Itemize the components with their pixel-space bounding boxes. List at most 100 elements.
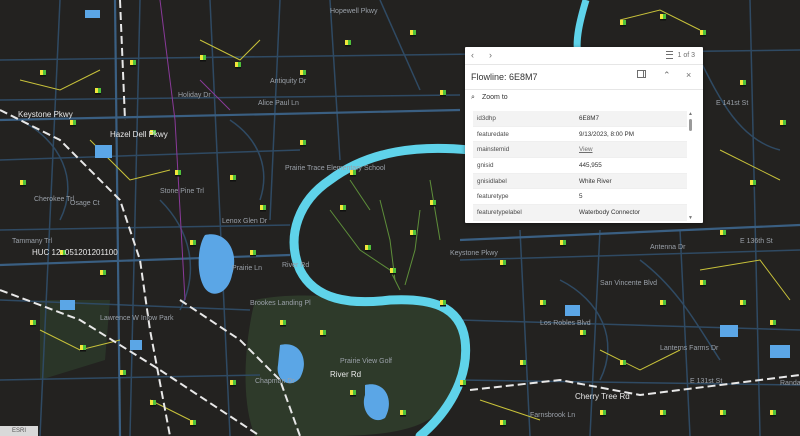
flowline-node-marker [70,120,76,127]
zoom-to-action[interactable]: ⌕ Zoom to [465,90,703,106]
flowline-node-marker [230,380,236,387]
flowline-node-marker [400,410,406,417]
flowline-node-marker [720,230,726,237]
flowline-node-marker [410,230,416,237]
scrollbar-thumb[interactable] [689,119,692,131]
flowline-node-marker [345,40,351,47]
attribute-table-container: id3dhp 6E8M7 featuredate 9/13/2023, 8:00 PM… [473,111,695,221]
close-button[interactable]: × [686,70,691,80]
flowline-node-marker [95,88,101,95]
flowline-node-marker [440,300,446,307]
flowline-node-marker [320,330,326,337]
page-indicator: 1 of 3 [677,51,695,59]
flowline-node-marker [390,268,396,275]
attribute-key: mainstemid [473,141,575,159]
flowline-node-marker [520,360,526,367]
attribute-value: 5 [575,188,687,206]
flowline-node-marker [40,70,46,77]
feature-pager[interactable]: 1 of 3 [666,51,695,59]
flowline-node-marker [350,390,356,397]
flowline-node-marker [780,120,786,127]
flowline-node-marker [30,320,36,327]
attribute-row: featuretypelabel Waterbody Connector [473,204,687,221]
flowline-node-marker [150,400,156,407]
flowline-node-marker [740,300,746,307]
attribute-value: Waterbody Connector [575,204,687,221]
flowline-node-marker [20,180,26,187]
attribute-key: id3dhp [473,111,575,127]
flowline-node-marker [230,175,236,182]
attribute-row: gnisid 445,955 [473,157,687,174]
flowline-node-marker [410,30,416,37]
flowline-node-marker [750,180,756,187]
next-feature-button[interactable]: › [489,50,492,60]
flowline-node-marker [700,280,706,287]
feature-popup[interactable]: ‹ › 1 of 3 Flowline: 6E8M7 ⌃ × ⌕ Zoom to… [465,47,703,223]
flowline-node-marker [280,320,286,327]
scroll-down-icon[interactable]: ▼ [688,215,693,221]
flowline-node-marker [250,250,256,257]
flowline-node-marker [80,345,86,352]
attribute-key: featuredate [473,126,575,143]
flowline-node-marker [175,170,181,177]
list-icon[interactable] [666,51,674,59]
flowline-node-marker [150,130,156,137]
attribute-key: gnisid [473,157,575,174]
zoom-to-label: Zoom to [482,94,508,101]
attribute-value: 6E8M7 [575,111,687,127]
flowline-node-marker [365,245,371,252]
flowline-node-marker [100,270,106,277]
popup-topbar: ‹ › 1 of 3 [465,47,703,65]
flowline-node-marker [660,300,666,307]
flowline-node-marker [500,260,506,267]
flowline-node-marker [620,360,626,367]
flowline-node-marker [190,240,196,247]
popup-title: Flowline: 6E8M7 [471,72,538,82]
flowline-node-marker [350,170,356,177]
flowline-node-marker [770,410,776,417]
flowline-node-marker [300,70,306,77]
flowline-node-marker [600,410,606,417]
flowline-node-marker [235,62,241,69]
attribute-key: featuretype [473,188,575,206]
flowline-node-marker [440,90,446,97]
flowline-node-marker [560,240,566,247]
previous-feature-button[interactable]: ‹ [471,50,474,60]
popup-header: Flowline: 6E8M7 ⌃ × [465,65,703,90]
attribute-row: id3dhp 6E8M7 [473,111,687,127]
flowline-node-marker [700,30,706,37]
flowline-node-marker [200,55,206,62]
flowline-node-marker [190,420,196,427]
esri-attribution: ESRI [0,426,38,436]
chevron-up-icon: ⌃ [663,70,671,80]
flowline-node-marker [770,320,776,327]
attribute-value: White River [575,173,687,190]
attribute-row: featuretype 5 [473,188,687,206]
dock-button[interactable] [637,70,646,80]
flowline-node-marker [660,14,666,21]
flowline-node-marker [120,370,126,377]
flowline-node-marker [660,410,666,417]
attribute-key: featuretypelabel [473,204,575,221]
flowline-node-marker [740,80,746,87]
scrollbar[interactable]: ▲ ▼ [688,111,693,221]
flowline-node-marker [500,420,506,427]
attribute-row: featuredate 9/13/2023, 8:00 PM [473,126,687,143]
flowline-node-marker [130,60,136,67]
search-icon: ⌕ [471,94,475,101]
close-icon: × [686,70,692,80]
attribute-row: mainstemid View [473,141,687,159]
scroll-up-icon[interactable]: ▲ [688,111,693,117]
flowline-node-marker [340,205,346,212]
attribute-row: gnisidlabel White River [473,173,687,190]
attribute-table: id3dhp 6E8M7 featuredate 9/13/2023, 8:00 PM… [473,111,687,221]
flowline-node-marker [60,250,66,257]
flowline-node-marker [300,140,306,147]
mainstem-view-link[interactable]: View [575,141,687,159]
collapse-button[interactable]: ⌃ [663,70,671,81]
dock-icon [637,70,646,78]
flowline-node-marker [720,410,726,417]
attribute-value: 445,955 [575,157,687,174]
flowline-node-marker [430,200,436,207]
flowline-node-marker [460,380,466,387]
